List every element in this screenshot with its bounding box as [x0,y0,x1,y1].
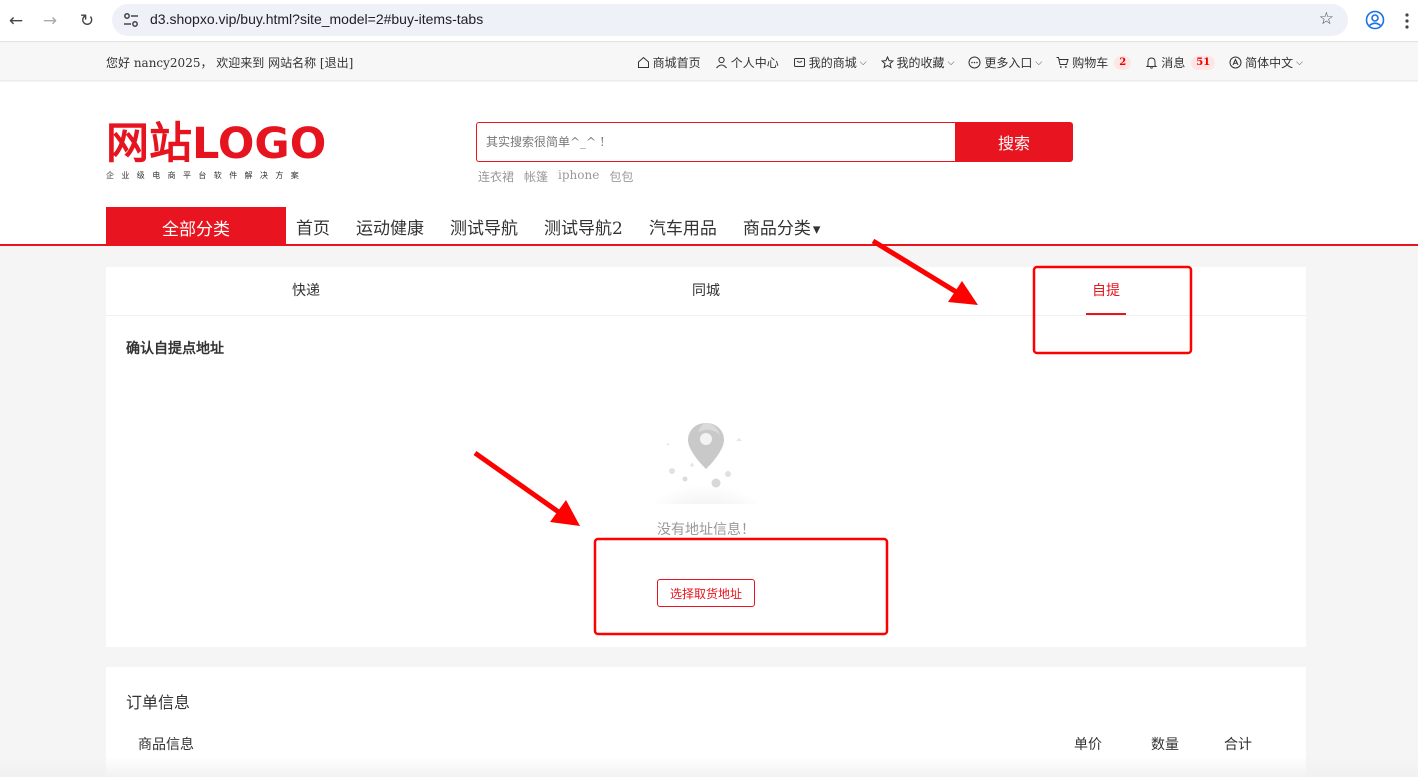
top-links: 商城首页 个人中心 我的商城 ⌵ 我的收藏 ⌵ 更多入口 ⌵ 购物车 2 消息 … [637,54,1303,71]
site-header: 网站LOGO 企业级电商平台软件解决方案 其实搜索很简单^_^ ! 搜索 连衣裙… [0,82,1418,246]
hot-word-link[interactable]: iphone [558,168,599,185]
tab-express[interactable]: 快递 [106,267,506,315]
tab-self-pickup[interactable]: 自提 [906,267,1306,315]
hot-word-link[interactable]: 连衣裙 [478,168,514,185]
hot-search-words: 连衣裙 帐篷 iphone 包包 [478,168,633,185]
select-pickup-address-button[interactable]: 选择取货地址 [657,579,755,607]
messages-label: 消息 [1161,56,1186,70]
column-header-unit-price: 单价 [1074,737,1102,753]
top-bar: 您好 nancy2025， 欢迎来到 网站名称 [退出] 商城首页 个人中心 我… [0,43,1418,81]
back-icon[interactable]: ← [4,9,28,33]
empty-location-icon [651,423,761,504]
column-header-quantity: 数量 [1151,737,1179,753]
favorites-label: 我的收藏 [896,56,945,70]
browser-toolbar: ← → ↻ d3.shopxo.vip/buy.html?site_model=… [0,0,1418,42]
nav-item-sports-health[interactable]: 运动健康 [356,214,424,239]
delivery-card: 快递 同城 自提 确认自提点地址 没有地址信息！ 选择取货地址 [106,267,1306,647]
mall-icon [793,58,805,67]
language-label: 简体中文 [1245,56,1294,70]
messages-link[interactable]: 消息 51 [1145,54,1216,71]
caret-down-icon: ▾ [812,219,821,238]
user-center-link[interactable]: 个人中心 [715,54,779,71]
star-icon [880,56,894,69]
column-header-product: 商品信息 [138,737,194,753]
chevron-down-icon: ⌵ [947,57,955,68]
nav-item-auto-supplies[interactable]: 汽车用品 [649,214,717,239]
more-entries-dropdown[interactable]: 更多入口 ⌵ [968,54,1042,71]
reload-icon[interactable]: ↻ [75,9,99,33]
site-logo[interactable]: 网站LOGO 企业级电商平台软件解决方案 [106,118,326,181]
language-dropdown[interactable]: 简体中文 ⌵ [1229,54,1303,71]
bell-icon [1146,57,1158,69]
cart-icon [1056,57,1069,68]
search-input[interactable]: 其实搜索很简单^_^ ! [476,122,956,162]
language-icon [1229,56,1242,69]
favorites-dropdown[interactable]: 我的收藏 ⌵ [880,54,955,71]
more-entries-label: 更多入口 [984,56,1033,70]
nav-item-home[interactable]: 首页 [296,214,330,239]
delivery-tabs: 快递 同城 自提 [106,267,1306,316]
profile-icon[interactable] [1365,10,1385,30]
bookmark-star-icon[interactable]: ☆ [1319,9,1334,29]
logo-text: 网站LOGO [106,119,327,169]
user-center-label: 个人中心 [730,56,779,70]
all-categories-button[interactable]: 全部分类 [106,207,286,245]
search-button[interactable]: 搜索 [955,122,1073,162]
nav-divider [0,244,1418,246]
chevron-down-icon: ⌵ [1296,57,1303,68]
my-mall-dropdown[interactable]: 我的商城 ⌵ [793,54,867,71]
home-icon [637,56,649,68]
nav-item-test-nav-2[interactable]: 测试导航2 [544,214,623,239]
forward-icon[interactable]: → [38,9,62,33]
address-bar[interactable]: d3.shopxo.vip/buy.html?site_model=2#buy-… [112,4,1348,36]
main-nav: 全部分类 首页 运动健康 测试导航 测试导航2 汽车用品 商品分类 ▾ [106,207,820,245]
more-icon [968,56,981,69]
hot-word-link[interactable]: 包包 [609,168,633,185]
empty-address-text: 没有地址信息！ [657,522,755,538]
mall-home-link[interactable]: 商城首页 [637,54,701,71]
nav-item-product-categories[interactable]: 商品分类 ▾ [743,214,821,239]
cart-count-badge: 2 [1114,55,1132,70]
nav-item-test-nav[interactable]: 测试导航 [450,214,518,239]
tab-same-city[interactable]: 同城 [506,267,906,315]
chevron-down-icon: ⌵ [859,57,867,68]
welcome-text: 您好 nancy2025， 欢迎来到 网站名称 [退出] [106,56,354,70]
hot-word-link[interactable]: 帐篷 [524,168,548,185]
url-text[interactable]: d3.shopxo.vip/buy.html?site_model=2#buy-… [150,11,483,27]
site-settings-icon[interactable] [122,11,140,29]
cart-link[interactable]: 购物车 2 [1056,54,1132,71]
bottom-shadow [0,757,1418,777]
column-header-subtotal: 合计 [1224,737,1252,753]
mall-home-label: 商城首页 [652,56,701,70]
logo-tagline: 企业级电商平台软件解决方案 [106,171,307,180]
chevron-down-icon: ⌵ [1035,57,1043,68]
pickup-address-title: 确认自提点地址 [126,341,224,357]
order-info-title: 订单信息 [126,693,191,712]
my-mall-label: 我的商城 [808,56,857,70]
browser-menu-icon[interactable] [1405,12,1409,30]
message-count-badge: 51 [1191,55,1216,70]
nav-item-product-categories-label: 商品分类 [742,218,811,239]
cart-label: 购物车 [1072,56,1109,70]
user-icon [715,56,727,69]
